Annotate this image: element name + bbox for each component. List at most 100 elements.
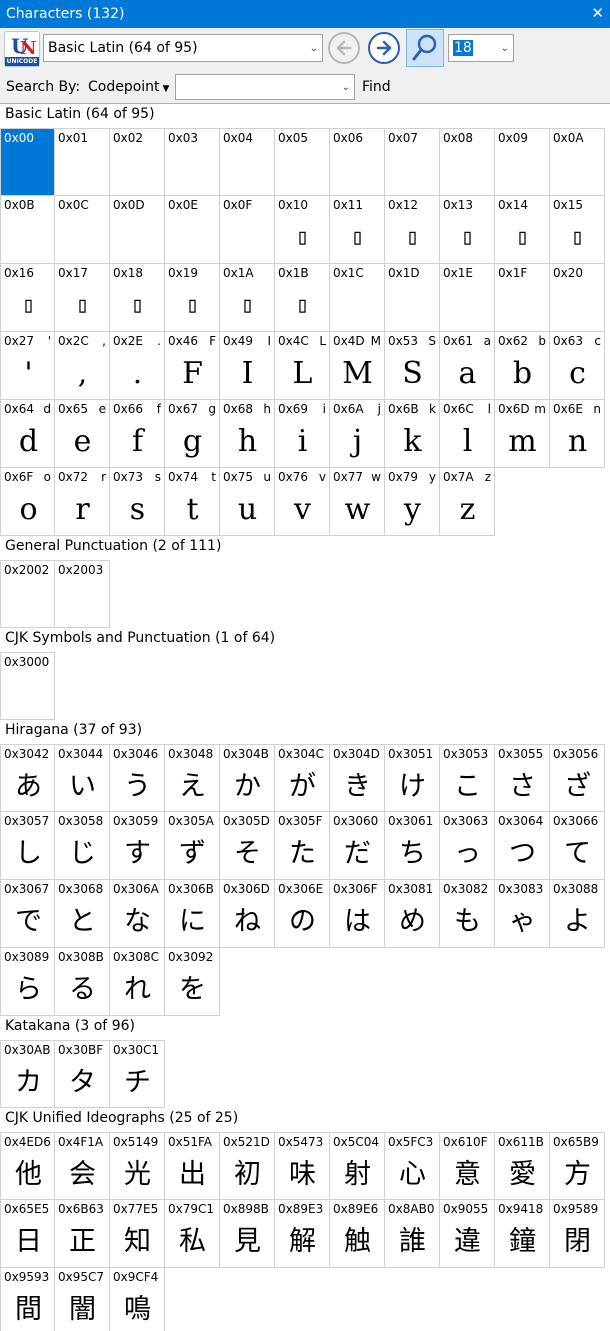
character-cell[interactable]: 0x11 ▯	[330, 196, 385, 264]
character-cell[interactable]: 0x09	[495, 128, 550, 196]
character-cell[interactable]: 0x5C04 射	[330, 1132, 385, 1200]
character-cell[interactable]: 0x305A ず	[165, 812, 220, 880]
character-cell[interactable]: 0x306F は	[330, 880, 385, 948]
character-cell[interactable]: 0x3081 め	[385, 880, 440, 948]
character-cell[interactable]: 0x3092 を	[165, 948, 220, 1016]
character-cell[interactable]: 0x9CF4 鳴	[110, 1268, 165, 1331]
character-cell[interactable]: 0x305F た	[275, 812, 330, 880]
character-cell[interactable]: 0x77 w w	[330, 468, 385, 536]
character-cell[interactable]: 0x0F	[220, 196, 275, 264]
character-cell[interactable]: 0x3048 え	[165, 744, 220, 812]
character-cell[interactable]: 0x3059 す	[110, 812, 165, 880]
character-cell[interactable]: 0x4ED6 他	[0, 1132, 55, 1200]
character-cell[interactable]: 0x304D き	[330, 744, 385, 812]
character-cell[interactable]: 0x898B 見	[220, 1200, 275, 1268]
character-cell[interactable]: 0x72 r r	[55, 468, 110, 536]
character-cell[interactable]: 0x2C,,	[55, 332, 110, 400]
character-cell[interactable]: 0x51FA 出	[165, 1132, 220, 1200]
character-cell[interactable]: 0x9593 間	[0, 1268, 55, 1331]
character-cell[interactable]: 0x64 d d	[0, 400, 55, 468]
character-cell[interactable]: 0x610F 意	[440, 1132, 495, 1200]
block-select[interactable]: Basic Latin (64 of 95) ⌄	[43, 34, 323, 62]
unicode-logo-icon[interactable]: UN UNICODE	[4, 31, 40, 67]
character-cell[interactable]: 0x46 F F	[165, 332, 220, 400]
character-cell[interactable]: 0x3064 つ	[495, 812, 550, 880]
character-cell[interactable]: 0x306D ね	[220, 880, 275, 948]
character-cell[interactable]: 0x3061 ち	[385, 812, 440, 880]
character-cell[interactable]: 0x49 I I	[220, 332, 275, 400]
character-cell[interactable]: 0x308B る	[55, 948, 110, 1016]
search-input[interactable]: ⌄	[175, 74, 355, 100]
character-cell[interactable]: 0x4D M M	[330, 332, 385, 400]
character-cell[interactable]: 0x1A ▯	[220, 264, 275, 332]
character-cell[interactable]: 0x1C	[330, 264, 385, 332]
character-cell[interactable]: 0x74 t t	[165, 468, 220, 536]
character-cell[interactable]: 0x3088 よ	[550, 880, 605, 948]
character-cell[interactable]: 0x6A j j	[330, 400, 385, 468]
character-cell[interactable]: 0x15 ▯	[550, 196, 605, 264]
character-cell[interactable]: 0x0E	[165, 196, 220, 264]
character-cell[interactable]: 0x6E n n	[550, 400, 605, 468]
character-cell[interactable]: 0x3067 で	[0, 880, 55, 948]
character-cell[interactable]: 0x6B k k	[385, 400, 440, 468]
close-icon[interactable]: ✕	[591, 3, 604, 23]
character-cell[interactable]: 0x67 g g	[165, 400, 220, 468]
character-cell[interactable]: 0x73 s s	[110, 468, 165, 536]
character-cell[interactable]: 0x0D	[110, 196, 165, 264]
character-cell[interactable]: 0x3046 う	[110, 744, 165, 812]
character-cell[interactable]: 0x1E	[440, 264, 495, 332]
character-cell[interactable]: 0x30C1 チ	[110, 1040, 165, 1108]
character-cell[interactable]: 0x9418 鐘	[495, 1200, 550, 1268]
character-cell[interactable]: 0x3082 も	[440, 880, 495, 948]
character-cell[interactable]: 0x27 ' '	[0, 332, 55, 400]
character-cell[interactable]: 0x89E6 触	[330, 1200, 385, 1268]
character-cell[interactable]: 0x3044 い	[55, 744, 110, 812]
character-cell[interactable]: 0x3066 て	[550, 812, 605, 880]
character-cell[interactable]: 0x00	[0, 128, 55, 196]
character-cell[interactable]: 0x3042 あ	[0, 744, 55, 812]
character-cell[interactable]: 0x304B か	[220, 744, 275, 812]
character-cell[interactable]: 0x3055 さ	[495, 744, 550, 812]
character-cell[interactable]: 0x3051 け	[385, 744, 440, 812]
forward-button[interactable]	[368, 32, 400, 64]
character-cell[interactable]: 0x75 u u	[220, 468, 275, 536]
character-cell[interactable]: 0x8AB0 誰	[385, 1200, 440, 1268]
character-cell[interactable]: 0x30BF タ	[55, 1040, 110, 1108]
character-cell[interactable]: 0x05	[275, 128, 330, 196]
character-cell[interactable]: 0x2002	[0, 560, 55, 628]
character-cell[interactable]: 0x89E3 解	[275, 1200, 330, 1268]
character-cell[interactable]: 0x63 c c	[550, 332, 605, 400]
character-cell[interactable]: 0x5149 光	[110, 1132, 165, 1200]
character-cell[interactable]: 0x77E5 知	[110, 1200, 165, 1268]
character-cell[interactable]: 0x16 ▯	[0, 264, 55, 332]
character-cell[interactable]: 0x306B に	[165, 880, 220, 948]
character-cell[interactable]: 0x9589 閉	[550, 1200, 605, 1268]
character-cell[interactable]: 0x306A な	[110, 880, 165, 948]
character-cell[interactable]: 0x305D そ	[220, 812, 275, 880]
character-cell[interactable]: 0x06	[330, 128, 385, 196]
back-button[interactable]	[328, 32, 360, 64]
character-cell[interactable]: 0x08	[440, 128, 495, 196]
character-cell[interactable]: 0x3068 と	[55, 880, 110, 948]
character-cell[interactable]: 0x7A z z	[440, 468, 495, 536]
find-button[interactable]: Find	[362, 79, 391, 95]
character-cell[interactable]: 0x03	[165, 128, 220, 196]
character-cell[interactable]: 0x3083 ゃ	[495, 880, 550, 948]
character-cell[interactable]: 0x3000	[0, 652, 55, 720]
character-cell[interactable]: 0x17 ▯	[55, 264, 110, 332]
character-cell[interactable]: 0x3063 っ	[440, 812, 495, 880]
search-button[interactable]	[406, 29, 444, 67]
character-cell[interactable]: 0x3089 ら	[0, 948, 55, 1016]
character-cell[interactable]: 0x3060 だ	[330, 812, 385, 880]
character-cell[interactable]: 0x3056 ざ	[550, 744, 605, 812]
character-cell[interactable]: 0x04	[220, 128, 275, 196]
character-cell[interactable]: 0x3053 こ	[440, 744, 495, 812]
character-cell[interactable]: 0x30AB カ	[0, 1040, 55, 1108]
character-cell[interactable]: 0x5FC3 心	[385, 1132, 440, 1200]
character-cell[interactable]: 0x1B ▯	[275, 264, 330, 332]
character-cell[interactable]: 0x6F o o	[0, 468, 55, 536]
character-cell[interactable]: 0x4C L L	[275, 332, 330, 400]
character-cell[interactable]: 0x01	[55, 128, 110, 196]
search-mode-dropdown[interactable]: Codepoint ▼	[88, 79, 169, 95]
font-size-select[interactable]: 18 ⌄	[448, 34, 514, 62]
